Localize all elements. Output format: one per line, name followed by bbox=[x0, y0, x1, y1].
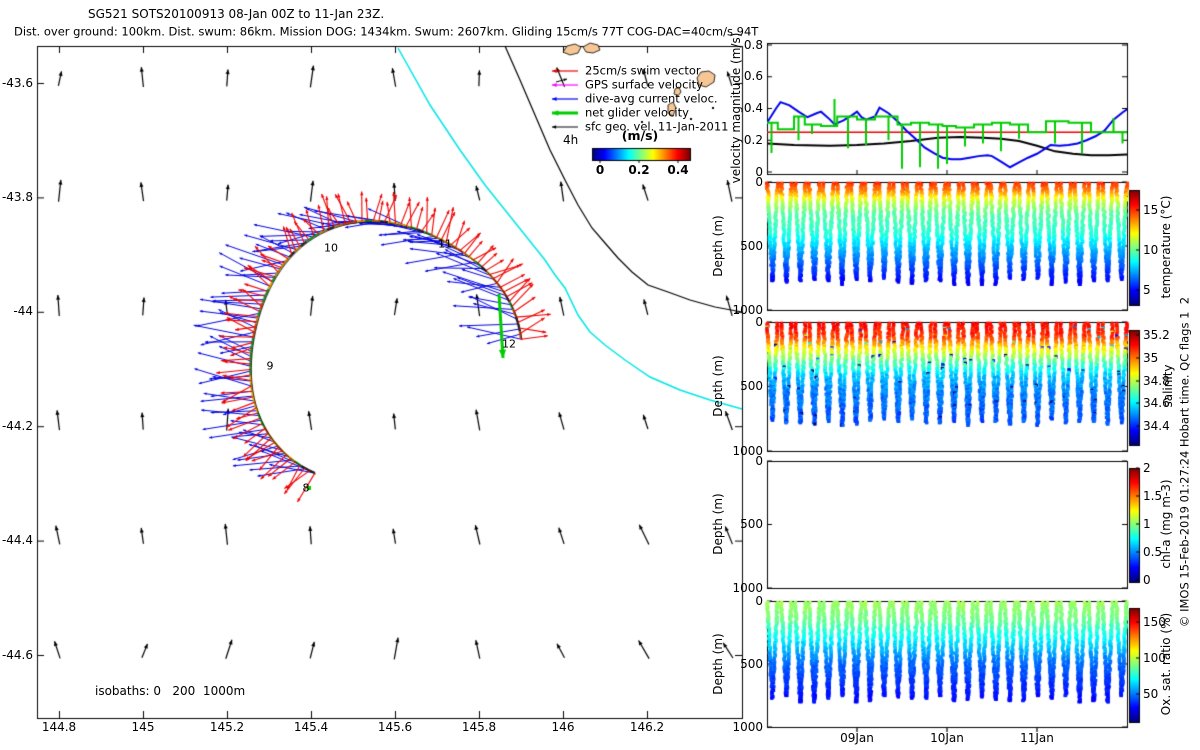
salinity-ytick: 500 bbox=[740, 379, 763, 393]
isobaths-note: isobaths: 0 200 1000m bbox=[95, 684, 246, 698]
velocity-ytick: 0.6 bbox=[743, 69, 763, 83]
chla-cbar-tick: 2 bbox=[1143, 461, 1151, 475]
velocity-ytick: 0.4 bbox=[743, 101, 763, 115]
dive-day-label: 11 bbox=[438, 237, 452, 251]
salinity-cbar-tick: 35.2 bbox=[1143, 328, 1170, 342]
map-xtick: 145.6 bbox=[377, 720, 413, 734]
map-xtick: 145.4 bbox=[293, 720, 329, 734]
oxygen-xtick: 09Jan bbox=[840, 731, 874, 745]
oxygen-ytick: 500 bbox=[740, 657, 763, 671]
dive-day-label: 10 bbox=[324, 241, 338, 255]
map-xtick: 145.8 bbox=[461, 720, 497, 734]
chla-ytick: 0 bbox=[755, 454, 763, 468]
dive-day-label: 8 bbox=[302, 481, 310, 495]
salinity-ytick: 0 bbox=[755, 315, 763, 329]
chla-ylabel: Depth (m) bbox=[711, 493, 725, 555]
map-ytick: -43.6 bbox=[1, 76, 33, 90]
chla-cbar-label: chl-a (mg m-3) bbox=[1159, 479, 1173, 569]
legend-item-net: net glider velocity bbox=[585, 105, 689, 120]
velocity-ytick: 0.8 bbox=[743, 38, 763, 52]
legend-item-current: dive-avg current veloc. bbox=[585, 91, 718, 106]
salinity-ylabel: Depth (m) bbox=[711, 355, 725, 417]
map-ytick: -44.2 bbox=[1, 419, 33, 433]
legend-cbar-title: (m/s) bbox=[621, 127, 659, 143]
map-xtick: 146 bbox=[551, 720, 575, 734]
legend-item-gps: GPS surface velocity bbox=[585, 77, 703, 92]
chla-ytick: 500 bbox=[740, 517, 763, 531]
map-xtick: 146.2 bbox=[629, 720, 665, 734]
chla-cbar-tick: 1 bbox=[1143, 517, 1151, 531]
dive-day-label: 9 bbox=[266, 359, 274, 373]
oxygen-ylabel: Depth (m) bbox=[711, 633, 725, 695]
map-ytick: -44 bbox=[13, 304, 33, 318]
oxygen-xtick: 10Jan bbox=[930, 731, 964, 745]
map-ytick: -43.8 bbox=[1, 190, 33, 204]
velocity-ytick: 0.2 bbox=[743, 133, 763, 147]
temperature-ytick: 0 bbox=[755, 175, 763, 189]
oxygen-cbar-tick: 50 bbox=[1143, 687, 1159, 701]
glider-mission-figure: SG521 SOTS20100913 08-Jan 00Z to 11-Jan … bbox=[0, 0, 1200, 750]
temperature-cbar-tick: 15 bbox=[1143, 203, 1159, 217]
map-title: SG521 SOTS20100913 08-Jan 00Z to 11-Jan … bbox=[88, 7, 385, 21]
imos-footer: © IMOS 15-Feb-2019 01:27:24 Hobart time.… bbox=[1177, 296, 1192, 628]
salinity-cbar-tick: 34.4 bbox=[1143, 419, 1170, 433]
temperature-cbar-tick: 10 bbox=[1143, 243, 1159, 257]
legend-item-swim: 25cm/s swim vector bbox=[585, 63, 701, 78]
dive-day-label: 12 bbox=[502, 337, 516, 351]
legend-cbar-tick: 0 bbox=[595, 163, 605, 177]
map-subtitle: Dist. over ground: 100km. Dist. swum: 86… bbox=[14, 24, 759, 39]
legend-cbar-tick: 0.2 bbox=[628, 163, 650, 177]
temperature-ylabel: Depth (m) bbox=[711, 215, 725, 277]
chla-cbar-tick: 0 bbox=[1143, 573, 1151, 587]
oxygen-xtick: 11Jan bbox=[1020, 731, 1054, 745]
legend-cbar-tick: 0.4 bbox=[667, 163, 689, 177]
temperature-cbar-tick: 5 bbox=[1143, 283, 1151, 297]
oxygen-ytick: 1000 bbox=[732, 720, 763, 734]
velocity-ylabel: velocity magnitude (m/s) bbox=[729, 32, 743, 184]
map-ytick: -44.4 bbox=[1, 533, 33, 547]
map-xtick: 145.2 bbox=[209, 720, 245, 734]
salinity-cbar-label: salinity bbox=[1161, 364, 1175, 408]
oxygen-cbar-label: Ox. sat. ratio (%) bbox=[1159, 612, 1173, 716]
salinity-cbar-tick: 35 bbox=[1143, 351, 1159, 365]
oxygen-ytick: 0 bbox=[755, 594, 763, 608]
legend-time-note: 4h bbox=[563, 133, 579, 147]
map-ytick: -44.6 bbox=[1, 648, 33, 662]
map-xtick: 144.8 bbox=[41, 720, 77, 734]
temperature-cbar-label: temperature (°C) bbox=[1159, 195, 1173, 299]
map-xtick: 145 bbox=[131, 720, 155, 734]
temperature-ytick: 500 bbox=[740, 239, 763, 253]
chla-ytick: 1000 bbox=[732, 581, 763, 595]
